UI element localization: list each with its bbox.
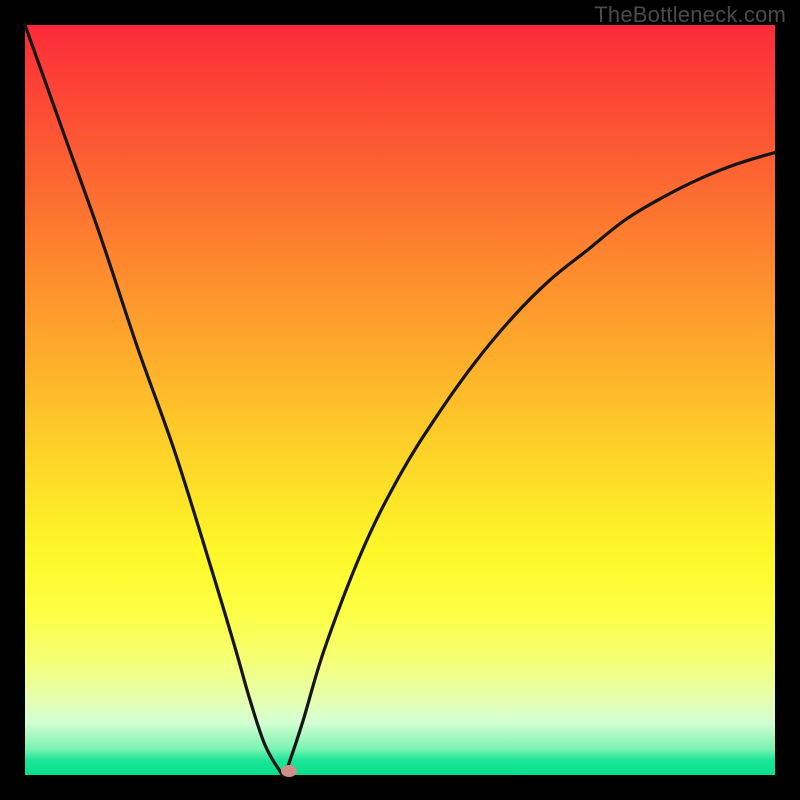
- frame-border-left: [0, 0, 25, 800]
- curve-path: [25, 25, 775, 776]
- chart-curve: [25, 25, 775, 775]
- watermark-text: TheBottleneck.com: [594, 2, 786, 28]
- chart-plot-area: [25, 25, 775, 775]
- frame-border-bottom: [0, 775, 800, 800]
- frame-border-right: [775, 0, 800, 800]
- minimum-marker: [281, 765, 297, 777]
